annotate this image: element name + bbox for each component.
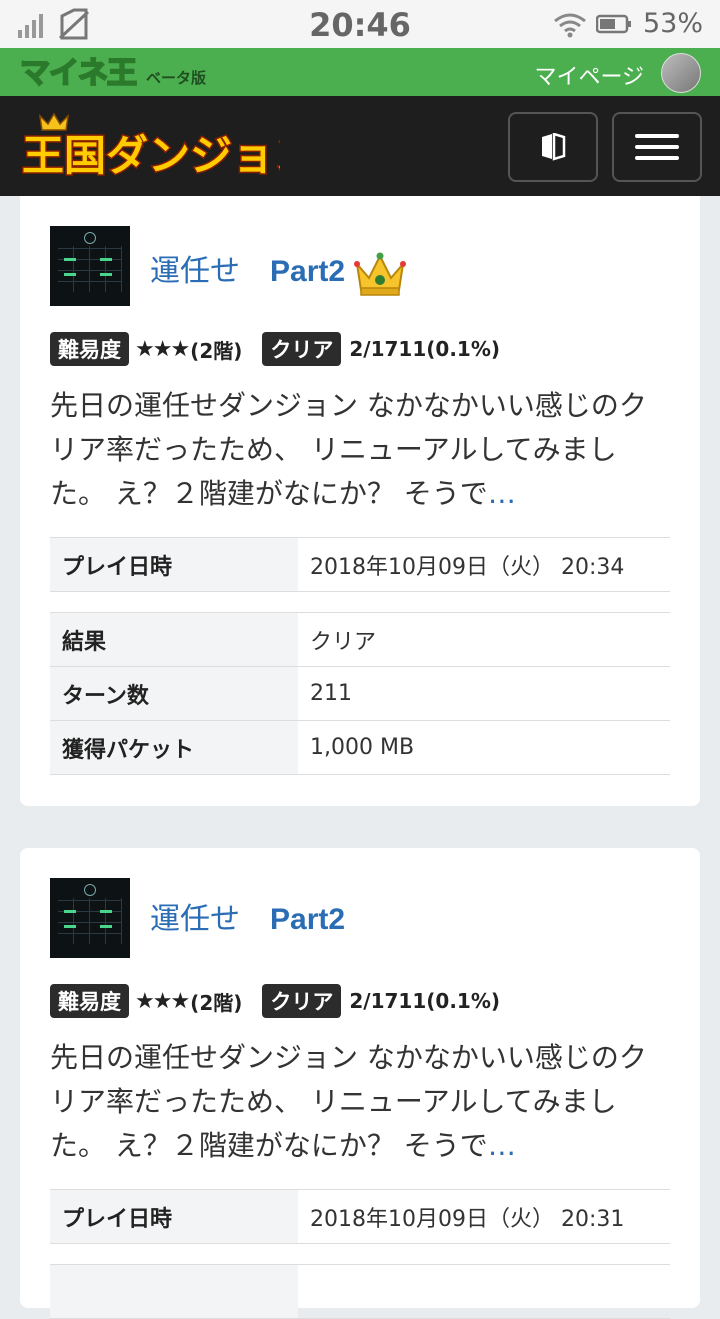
row-key: ターン数 bbox=[50, 666, 298, 721]
play-result-table: プレイ日時 2018年10月09日（火） 20:31 bbox=[50, 1189, 670, 1319]
row-key: プレイ日時 bbox=[50, 1189, 298, 1244]
dungeon-thumbnail[interactable] bbox=[50, 226, 130, 306]
battery-icon bbox=[596, 14, 631, 34]
row-value: 211 bbox=[298, 666, 670, 721]
description-text: 先日の運任せダンジョン なかなかいい感じのクリア率だったため、 リニューアルして… bbox=[50, 389, 647, 510]
dungeon-part: Part2 bbox=[270, 903, 346, 936]
dungeon-title-link[interactable]: 運任せ Part2 bbox=[150, 894, 345, 938]
row-key: 結果 bbox=[50, 612, 298, 667]
clear-label: クリア bbox=[262, 984, 342, 1018]
site-logo[interactable]: マイネ王 ベータ版 bbox=[19, 52, 207, 92]
table-row: プレイ日時 2018年10月09日（火） 20:34 bbox=[50, 537, 670, 592]
difficulty-stars: ★★★ bbox=[135, 336, 190, 362]
dungeon-title: 運任せ bbox=[150, 902, 240, 937]
clear-label: クリア bbox=[262, 332, 342, 366]
floor-count: (2階) bbox=[190, 338, 243, 363]
table-row: 獲得パケット 1,000 MB bbox=[50, 720, 670, 775]
dungeon-meta: 難易度 ★★★ (2階) クリア 2/1711(0.1%) bbox=[50, 984, 500, 1018]
table-row: ターン数 211 bbox=[50, 666, 670, 721]
more-link[interactable]: … bbox=[488, 477, 516, 510]
menu-button[interactable] bbox=[612, 112, 702, 182]
status-bar: 20:46 53% bbox=[0, 0, 720, 48]
play-result-table: プレイ日時 2018年10月09日（火） 20:34 結果 クリア ターン数 2… bbox=[50, 537, 670, 775]
row-value: 2018年10月09日（火） 20:34 bbox=[298, 537, 670, 592]
site-top-bar: マイネ王 ベータ版 マイページ bbox=[0, 48, 720, 96]
beta-label: ベータ版 bbox=[146, 69, 207, 87]
app-header: 王国ダンジョン bbox=[0, 96, 720, 196]
more-link[interactable]: … bbox=[488, 1129, 516, 1162]
row-value: クリア bbox=[298, 612, 670, 667]
guide-button[interactable] bbox=[508, 112, 598, 182]
book-icon bbox=[542, 133, 566, 161]
crown-icon bbox=[354, 252, 407, 296]
kingdom-logo-text: 王国ダンジョン bbox=[22, 131, 280, 180]
difficulty-label: 難易度 bbox=[50, 332, 129, 366]
row-key: プレイ日時 bbox=[50, 537, 298, 592]
table-row bbox=[50, 1264, 670, 1319]
kingdom-dungeon-logo[interactable]: 王国ダンジョン bbox=[18, 110, 280, 182]
dungeon-card[interactable]: 運任せ Part2 難易度 ★★★ (2階) クリア 2/1711(0.1%) 先… bbox=[20, 196, 700, 806]
floor-count: (2階) bbox=[190, 990, 243, 1015]
row-value: 1,000 MB bbox=[298, 720, 670, 775]
dungeon-title-link[interactable]: 運任せ Part2 bbox=[150, 246, 407, 298]
description-text: 先日の運任せダンジョン なかなかいい感じのクリア率だったため、 リニューアルして… bbox=[50, 1041, 647, 1162]
difficulty-stars: ★★★ bbox=[135, 988, 190, 1014]
difficulty-label: 難易度 bbox=[50, 984, 129, 1018]
mypage-link[interactable]: マイページ bbox=[534, 59, 644, 91]
row-value: 2018年10月09日（火） 20:31 bbox=[298, 1189, 670, 1244]
dungeon-card[interactable]: 運任せ Part2 難易度 ★★★ (2階) クリア 2/1711(0.1%) 先… bbox=[20, 848, 700, 1319]
dungeon-part: Part2 bbox=[270, 255, 346, 288]
battery-percent: 53% bbox=[643, 8, 704, 39]
wifi-icon bbox=[554, 13, 586, 38]
table-row: プレイ日時 2018年10月09日（火） 20:31 bbox=[50, 1189, 670, 1244]
hamburger-icon bbox=[635, 127, 679, 167]
table-row: 結果 クリア bbox=[50, 612, 670, 667]
dungeon-title: 運任せ bbox=[150, 254, 240, 289]
avatar[interactable] bbox=[661, 53, 701, 93]
row-key: 獲得パケット bbox=[50, 720, 298, 775]
clear-rate: 2/1711(0.1%) bbox=[349, 989, 501, 1013]
dungeon-description: 先日の運任せダンジョン なかなかいい感じのクリア率だったため、 リニューアルして… bbox=[50, 384, 670, 516]
dungeon-description: 先日の運任せダンジョン なかなかいい感じのクリア率だったため、 リニューアルして… bbox=[50, 1036, 670, 1168]
site-logo-text: マイネ王 bbox=[19, 55, 138, 92]
dungeon-meta: 難易度 ★★★ (2階) クリア 2/1711(0.1%) bbox=[50, 332, 500, 366]
clear-rate: 2/1711(0.1%) bbox=[349, 337, 501, 361]
dungeon-thumbnail[interactable] bbox=[50, 878, 130, 958]
